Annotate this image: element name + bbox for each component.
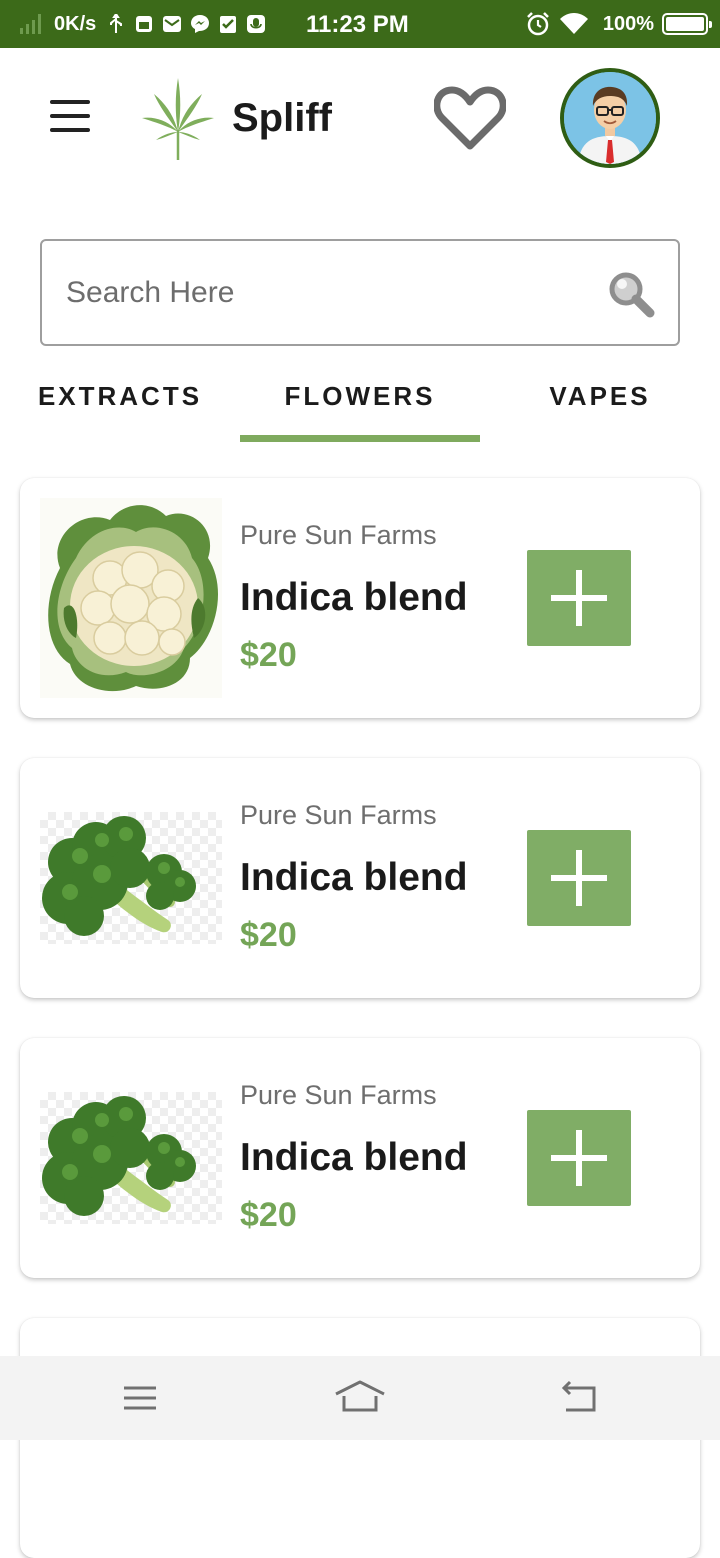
recents-icon xyxy=(124,1386,156,1410)
net-speed: 0K/s xyxy=(54,12,97,35)
product-name: Indica blend xyxy=(240,576,468,619)
product-price: $20 xyxy=(240,916,297,954)
clock: 11:23 PM xyxy=(306,11,409,38)
product-card[interactable]: Pure Sun Farms Indica blend $20 xyxy=(20,478,700,718)
back-button[interactable] xyxy=(550,1372,610,1424)
sim-icon xyxy=(134,14,154,34)
product-name: Indica blend xyxy=(240,1136,468,1179)
menu-icon-bar xyxy=(50,128,90,132)
home-button[interactable] xyxy=(330,1372,390,1424)
favorites-button[interactable] xyxy=(433,84,507,152)
alarm-icon xyxy=(525,11,551,37)
product-price: $20 xyxy=(240,1196,297,1234)
system-navigation-bar xyxy=(0,1356,720,1440)
heart-icon xyxy=(433,86,507,150)
product-card[interactable]: Pure Sun Farms Indica blend $20 xyxy=(20,1038,700,1278)
mail-icon xyxy=(162,14,182,34)
mic-icon xyxy=(246,14,266,34)
menu-icon-bar xyxy=(50,114,90,118)
profile-avatar[interactable] xyxy=(560,68,660,168)
battery-icon xyxy=(662,13,712,35)
category-tabs: EXTRACTS FLOWERS VAPES xyxy=(0,360,720,444)
broccoli-image xyxy=(40,812,222,944)
broccoli-image xyxy=(40,1092,222,1224)
add-to-cart-button[interactable] xyxy=(527,830,631,926)
vendor-name: Pure Sun Farms xyxy=(240,800,437,830)
clipboard-icon xyxy=(218,14,238,34)
recents-button[interactable] xyxy=(110,1372,170,1424)
menu-button[interactable] xyxy=(50,100,92,136)
messenger-icon xyxy=(190,14,210,34)
product-name: Indica blend xyxy=(240,856,468,899)
status-right: 100% xyxy=(525,0,712,48)
home-icon xyxy=(335,1380,385,1412)
vendor-name: Pure Sun Farms xyxy=(240,520,437,550)
tab-vapes[interactable]: VAPES xyxy=(480,360,720,444)
cauliflower-image xyxy=(40,498,222,698)
product-card[interactable]: Pure Sun Farms Indica blend $20 xyxy=(20,758,700,998)
vendor-name: Pure Sun Farms xyxy=(240,1080,437,1110)
cannabis-leaf-logo xyxy=(142,78,214,162)
add-to-cart-button[interactable] xyxy=(527,550,631,646)
search-box xyxy=(40,239,680,346)
search-icon[interactable] xyxy=(606,269,656,319)
product-price: $20 xyxy=(240,636,297,674)
search-input[interactable] xyxy=(64,261,584,325)
wifi-icon xyxy=(559,11,589,37)
add-to-cart-button[interactable] xyxy=(527,1110,631,1206)
status-left: 0K/s xyxy=(20,0,274,48)
battery-percent: 100% xyxy=(602,12,654,35)
tab-flowers[interactable]: FLOWERS xyxy=(240,360,480,444)
signal-icon xyxy=(20,14,44,34)
menu-icon-bar xyxy=(50,100,90,104)
back-icon xyxy=(561,1380,596,1412)
app-title: Spliff xyxy=(232,96,332,140)
status-bar: 0K/s 11:23 PM 100% xyxy=(0,0,720,48)
usb-icon xyxy=(106,14,126,34)
tab-extracts[interactable]: EXTRACTS xyxy=(0,360,240,444)
